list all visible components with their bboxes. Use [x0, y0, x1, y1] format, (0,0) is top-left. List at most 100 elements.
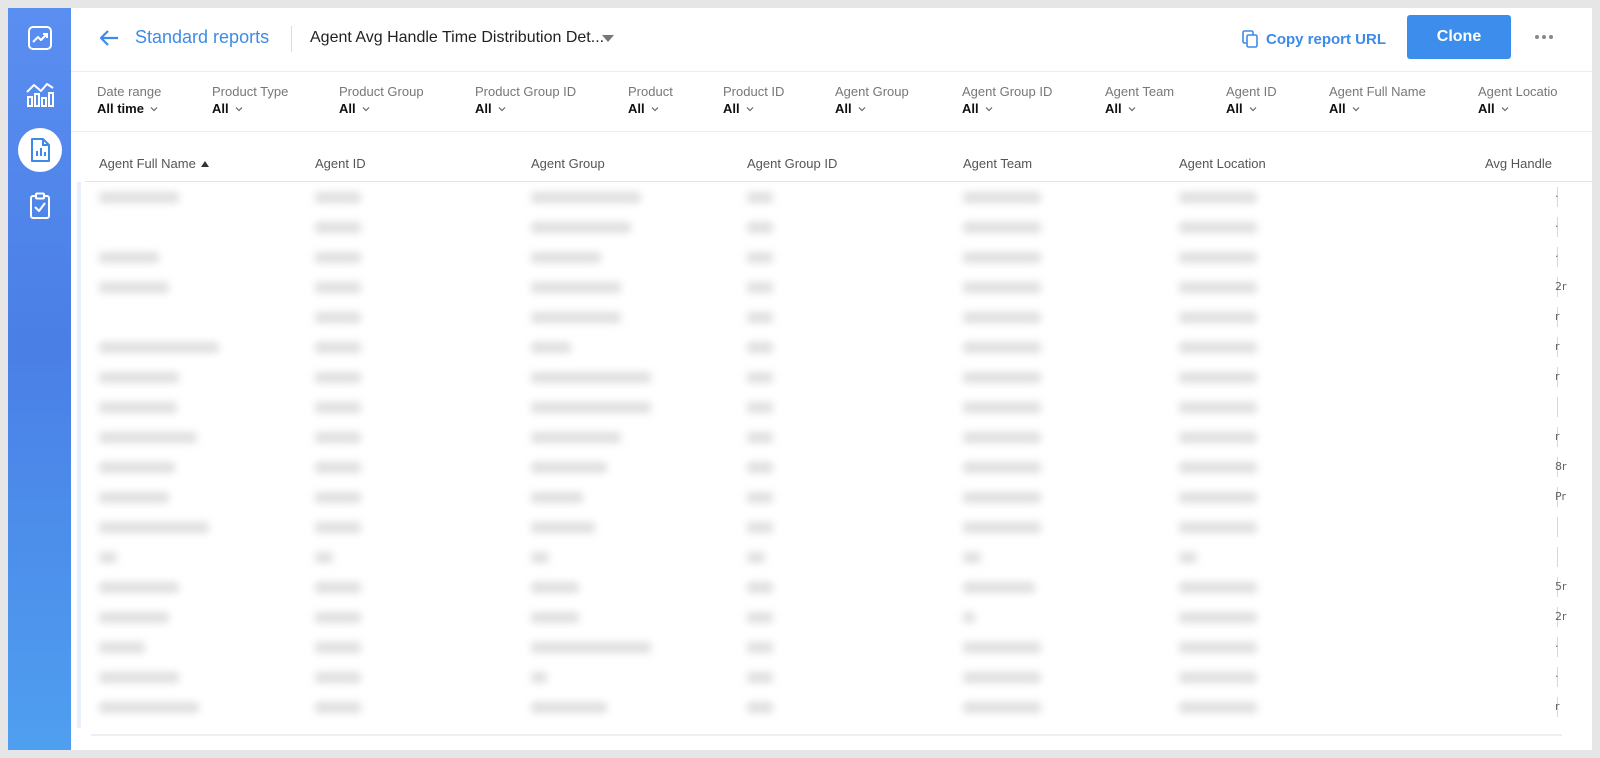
- column-header-label: Agent Location: [1179, 156, 1266, 171]
- redacted-cell: [747, 432, 773, 443]
- redacted-cell: [1179, 342, 1257, 353]
- filter-agent-id[interactable]: Agent ID All: [1226, 84, 1277, 118]
- table-row[interactable]: [83, 482, 1561, 512]
- table-row[interactable]: [83, 332, 1561, 362]
- avg-handle-cell-fragment: ·: [1555, 670, 1559, 683]
- filter-product-type[interactable]: Product Type All: [212, 84, 288, 118]
- table-row[interactable]: [83, 542, 1561, 572]
- redacted-cell: [315, 642, 361, 653]
- redacted-cell: [99, 192, 179, 203]
- filter-product-group[interactable]: Product Group All: [339, 84, 424, 118]
- table-row[interactable]: [83, 302, 1561, 332]
- redacted-cell: [1179, 462, 1257, 473]
- column-header-agent-location[interactable]: Agent Location: [1179, 156, 1266, 171]
- clone-button[interactable]: Clone: [1407, 15, 1511, 59]
- report-title-dropdown-icon[interactable]: [602, 35, 614, 42]
- filter-value-text: All: [1329, 101, 1346, 116]
- table-row[interactable]: [83, 452, 1561, 482]
- redacted-cell: [315, 312, 361, 323]
- filter-label: Agent Group: [835, 84, 909, 99]
- redacted-cell: [531, 462, 607, 473]
- table-row[interactable]: [83, 662, 1561, 692]
- filter-product-id[interactable]: Product ID All: [723, 84, 784, 118]
- table-row[interactable]: [83, 692, 1561, 722]
- redacted-cell: [1179, 432, 1257, 443]
- redacted-cell: [1179, 192, 1257, 203]
- redacted-cell: [315, 552, 333, 563]
- filter-agent-full-name[interactable]: Agent Full Name All: [1329, 84, 1426, 118]
- redacted-cell: [99, 582, 179, 593]
- table-row[interactable]: [83, 572, 1561, 602]
- horizontal-scrollbar[interactable]: [91, 734, 1562, 736]
- filter-agent-group[interactable]: Agent Group All: [835, 84, 909, 118]
- redacted-cell: [963, 312, 1041, 323]
- redacted-cell: [747, 522, 773, 533]
- redacted-cell: [747, 702, 773, 713]
- redacted-cell: [99, 642, 145, 653]
- chevron-down-icon: [498, 107, 506, 112]
- sidebar-item-trends[interactable]: [20, 18, 60, 58]
- avg-handle-cell-fragment: r: [1555, 340, 1560, 353]
- sidebar-item-tasks[interactable]: [20, 186, 60, 226]
- sidebar-item-analytics[interactable]: [20, 74, 60, 114]
- filter-agent-group-id[interactable]: Agent Group ID All: [962, 84, 1052, 118]
- breadcrumb-standard-reports[interactable]: Standard reports: [135, 27, 269, 48]
- table-row[interactable]: [83, 362, 1561, 392]
- column-header-agent-id[interactable]: Agent ID: [315, 156, 366, 171]
- filter-value: All: [1329, 100, 1360, 118]
- filter-value-text: All time: [97, 101, 144, 116]
- filter-agent-team[interactable]: Agent Team All: [1105, 84, 1174, 118]
- redacted-cell: [99, 612, 169, 623]
- redacted-cell: [963, 432, 1041, 443]
- redacted-cell: [99, 702, 199, 713]
- filter-value-text: All: [339, 101, 356, 116]
- copy-report-url-label: Copy report URL: [1266, 30, 1386, 48]
- redacted-cell: [747, 372, 773, 383]
- sidebar-item-reports[interactable]: [18, 128, 62, 172]
- redacted-cell: [1179, 252, 1257, 263]
- redacted-cell: [963, 462, 1041, 473]
- redacted-cell: [963, 282, 1041, 293]
- redacted-cell: [99, 432, 197, 443]
- filter-date-range[interactable]: Date range All time: [97, 84, 161, 118]
- table-row[interactable]: [83, 212, 1561, 242]
- redacted-cell: [531, 252, 601, 263]
- filter-label: Product: [628, 84, 673, 99]
- table-row[interactable]: [83, 512, 1561, 542]
- redacted-cell: [963, 612, 975, 623]
- redacted-cell: [1179, 492, 1257, 503]
- column-header-avg-handle[interactable]: Avg Handle: [1485, 156, 1552, 171]
- report-header: Standard reports Agent Avg Handle Time D…: [71, 8, 1592, 72]
- redacted-cell: [531, 222, 631, 233]
- chevron-down-icon: [362, 107, 370, 112]
- back-arrow-icon[interactable]: [97, 26, 121, 50]
- analytics-icon: [26, 83, 54, 107]
- table-row[interactable]: [83, 392, 1561, 422]
- filter-product-group-id[interactable]: Product Group ID All: [475, 84, 576, 118]
- redacted-cell: [747, 582, 773, 593]
- column-header-label: Agent ID: [315, 156, 366, 171]
- column-header-agent-group-id[interactable]: Agent Group ID: [747, 156, 837, 171]
- column-header-agent-group[interactable]: Agent Group: [531, 156, 605, 171]
- table-row[interactable]: [83, 242, 1561, 272]
- cell-divider: [1557, 547, 1558, 567]
- filter-agent-locatio[interactable]: Agent Locatio All: [1478, 84, 1558, 118]
- table-row[interactable]: [83, 602, 1561, 632]
- column-header-agent-team[interactable]: Agent Team: [963, 156, 1032, 171]
- chevron-down-icon: [985, 107, 993, 112]
- copy-report-url-button[interactable]: Copy report URL: [1242, 27, 1386, 51]
- more-dot: [1535, 35, 1539, 39]
- column-header-agent-full-name[interactable]: Agent Full Name: [99, 156, 209, 171]
- table-row[interactable]: [83, 422, 1561, 452]
- filter-value-text: All: [962, 101, 979, 116]
- avg-handle-cell-fragment: ·: [1555, 640, 1559, 653]
- table-row[interactable]: [83, 272, 1561, 302]
- table-row[interactable]: [83, 182, 1561, 212]
- filter-value: All: [1478, 100, 1509, 118]
- filter-product[interactable]: Product All: [628, 84, 673, 118]
- filter-bar: Date range All time Product Type All Product…: [71, 72, 1592, 132]
- more-options-button[interactable]: [1531, 26, 1557, 48]
- redacted-cell: [963, 492, 1041, 503]
- chevron-down-icon: [1249, 107, 1257, 112]
- table-row[interactable]: [83, 632, 1561, 662]
